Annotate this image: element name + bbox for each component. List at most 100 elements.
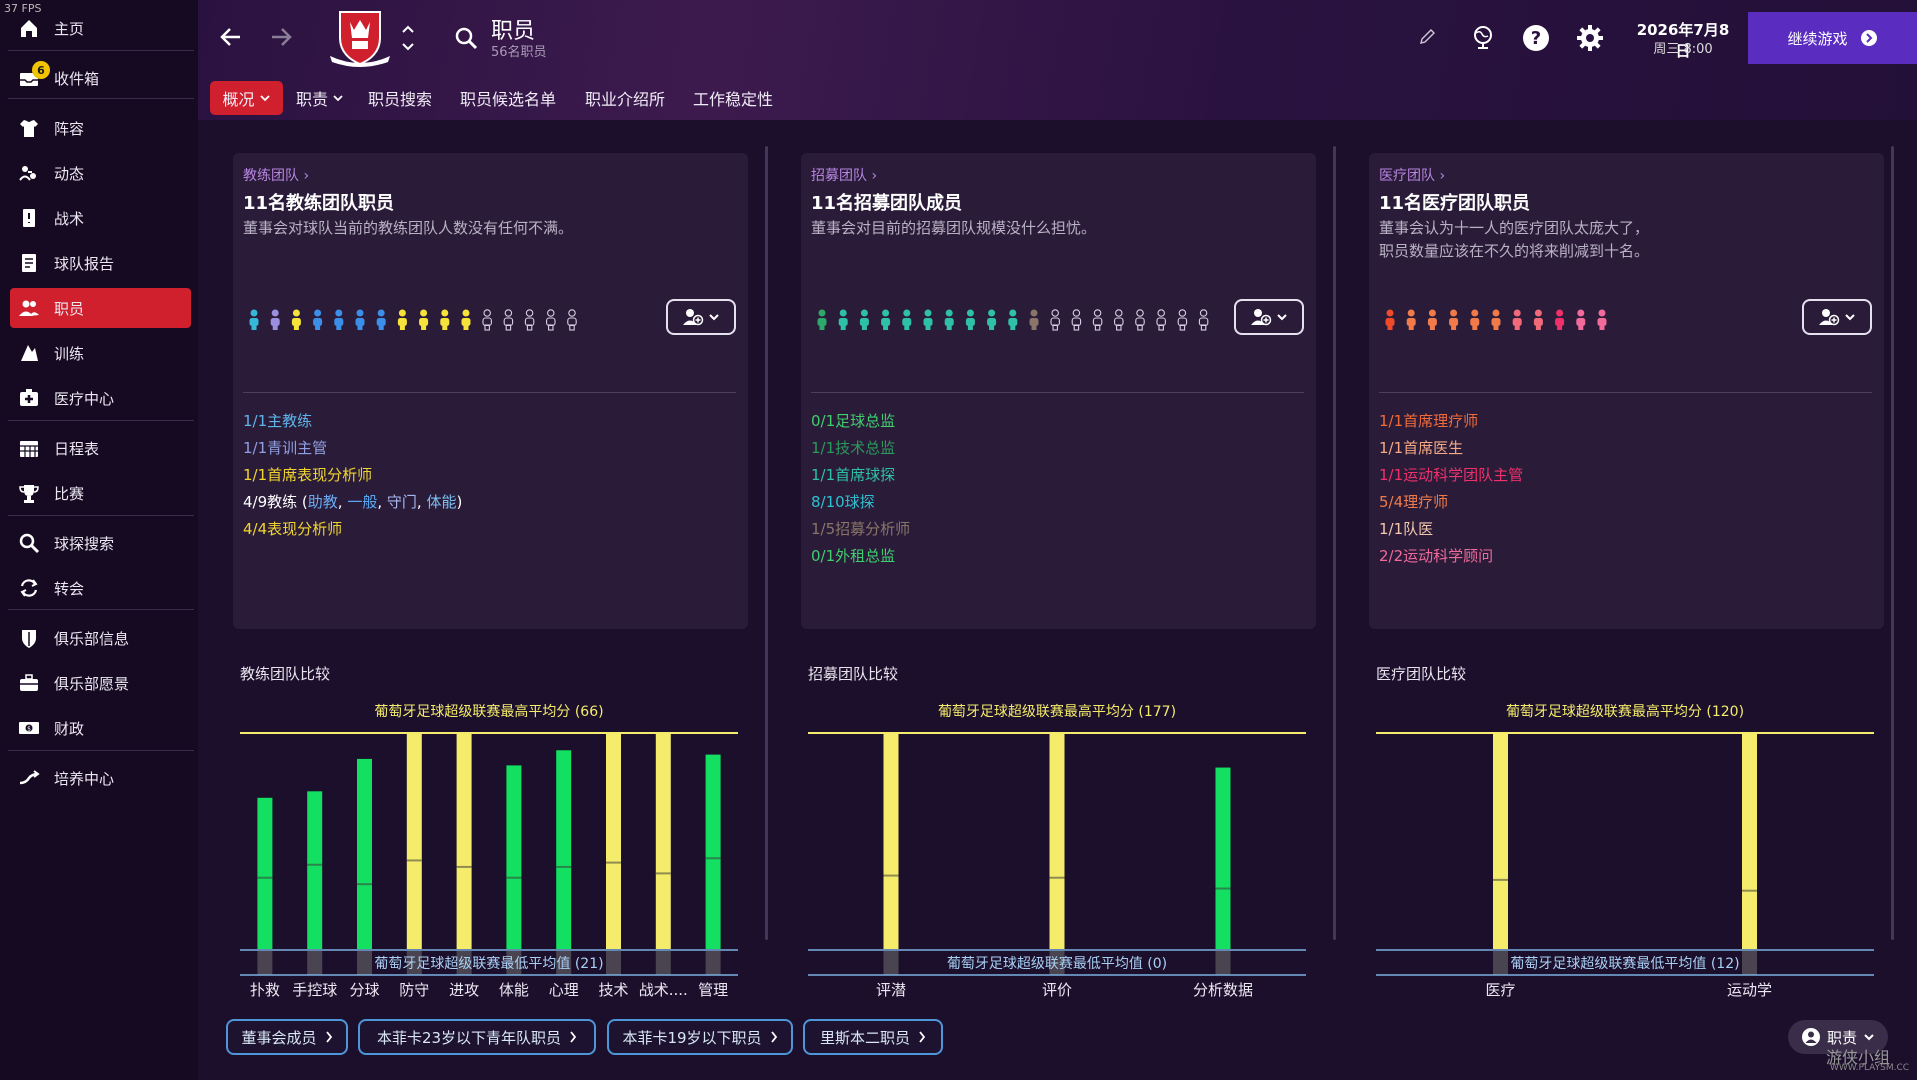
staff-member-icon[interactable] xyxy=(1512,309,1522,330)
bar-评价[interactable] xyxy=(1049,733,1065,949)
scrollbar[interactable] xyxy=(1333,146,1336,940)
help-icon[interactable]: ? xyxy=(1522,24,1550,52)
staff-role-row[interactable]: 1/1首席表现分析师 xyxy=(243,462,462,489)
bar-扑救[interactable] xyxy=(257,797,273,949)
staff-role-row[interactable]: 1/1运动科学团队主管 xyxy=(1379,462,1523,489)
bar-评潜[interactable] xyxy=(883,733,899,949)
staff-member-icon[interactable] xyxy=(1576,309,1586,330)
staff-member-icon[interactable] xyxy=(944,309,954,330)
sidebar-item-calendar[interactable]: 日程表 xyxy=(10,428,191,468)
staff-role-row[interactable]: 1/1首席理疗师 xyxy=(1379,408,1523,435)
tab-job-security[interactable]: 工作稳定性 xyxy=(693,81,773,115)
bar-技术[interactable] xyxy=(606,733,621,949)
recruitment-team-link[interactable]: 招募团队 › xyxy=(811,165,877,185)
staff-member-icon[interactable] xyxy=(249,309,259,330)
sidebar-item-training[interactable]: 训练 xyxy=(10,333,191,373)
staff-member-icon[interactable] xyxy=(923,309,933,330)
settings-gear-icon[interactable] xyxy=(1576,24,1604,52)
sidebar-item-club-shield[interactable]: 俱乐部信息 xyxy=(10,618,191,658)
sidebar-item-vision[interactable]: 俱乐部愿景 xyxy=(10,663,191,703)
staff-member-icon[interactable] xyxy=(334,309,344,330)
staff-role-row[interactable]: 0/1足球总监 xyxy=(811,408,910,435)
staff-role-row[interactable]: 2/2运动科学顾问 xyxy=(1379,543,1523,570)
staff-member-icon[interactable] xyxy=(902,309,912,330)
sidebar-item-finance[interactable]: $ 财政 xyxy=(10,708,191,748)
bar-医疗[interactable] xyxy=(1493,733,1508,949)
coaching-team-link[interactable]: 教练团队 › xyxy=(243,165,309,185)
staff-member-icon[interactable] xyxy=(987,309,997,330)
bar-手控球[interactable] xyxy=(307,791,323,949)
search-icon[interactable] xyxy=(454,26,478,50)
medical-add-staff-dropdown[interactable] xyxy=(1802,299,1872,335)
staff-member-icon[interactable] xyxy=(376,309,386,330)
staff-member-icon[interactable] xyxy=(1427,309,1437,330)
board-members-link[interactable]: 董事会成员 xyxy=(226,1019,348,1055)
staff-member-icon[interactable] xyxy=(1470,309,1480,330)
tab-staff-search[interactable]: 职员搜索 xyxy=(368,81,432,115)
staff-member-icon[interactable] xyxy=(1597,309,1607,330)
bar-管理[interactable] xyxy=(705,754,721,949)
bar-分析数据[interactable] xyxy=(1215,767,1231,949)
bar-进攻[interactable] xyxy=(456,733,472,949)
staff-member-icon[interactable] xyxy=(419,309,429,330)
sidebar-item-tactics[interactable]: 战术 xyxy=(10,198,191,238)
staff-role-row[interactable]: 1/1主教练 xyxy=(243,408,462,435)
staff-role-row[interactable]: 8/10球探 xyxy=(811,489,910,516)
back-arrow-icon[interactable] xyxy=(218,24,244,50)
u19-staff-link[interactable]: 本菲卡19岁以下职员 xyxy=(607,1019,793,1055)
staff-member-icon[interactable] xyxy=(313,309,323,330)
sidebar-item-shirt[interactable]: 阵容 xyxy=(10,108,191,148)
staff-role-row[interactable]: 1/1技术总监 xyxy=(811,435,910,462)
club-crest-icon[interactable] xyxy=(328,8,392,68)
tab-staff-shortlist[interactable]: 职员候选名单 xyxy=(460,81,556,115)
staff-member-icon[interactable] xyxy=(1406,309,1416,330)
club-switch-chevron-icon[interactable] xyxy=(400,22,416,54)
sidebar-item-development[interactable]: 培养中心 xyxy=(10,758,191,798)
staff-member-icon[interactable] xyxy=(1449,309,1459,330)
staff-member-icon[interactable] xyxy=(1385,309,1395,330)
staff-member-icon[interactable] xyxy=(965,309,975,330)
bar-心理[interactable] xyxy=(556,750,572,949)
pencil-icon[interactable] xyxy=(1418,28,1436,46)
staff-member-icon[interactable] xyxy=(838,309,848,330)
staff-role-row[interactable]: 1/1队医 xyxy=(1379,516,1523,543)
sidebar-item-medical[interactable]: 医疗中心 xyxy=(10,378,191,418)
staff-role-row[interactable]: 1/5招募分析师 xyxy=(811,516,910,543)
staff-role-row[interactable]: 4/9教练 (助教, 一般, 守门, 体能) xyxy=(243,489,462,516)
sidebar-item-staff[interactable]: 职员 xyxy=(10,288,191,328)
u23-staff-link[interactable]: 本菲卡23岁以下青年队职员 xyxy=(358,1019,596,1055)
scrollbar[interactable] xyxy=(765,146,768,940)
sidebar-item-report[interactable]: 球队报告 xyxy=(10,243,191,283)
medical-team-link[interactable]: 医疗团队 › xyxy=(1379,165,1445,185)
staff-member-icon[interactable] xyxy=(859,309,869,330)
sidebar-item-dynamics[interactable]: 动态 xyxy=(10,153,191,193)
coaching-add-staff-dropdown[interactable] xyxy=(666,299,736,335)
sidebar-item-inbox[interactable]: 收件箱 6 xyxy=(10,58,191,98)
staff-member-icon[interactable] xyxy=(1555,309,1565,330)
staff-role-row[interactable]: 0/1外租总监 xyxy=(811,543,910,570)
staff-member-icon[interactable] xyxy=(1533,309,1543,330)
staff-role-row[interactable]: 1/1青训主管 xyxy=(243,435,462,462)
continue-game-button[interactable]: 继续游戏 xyxy=(1748,12,1917,64)
sidebar-item-trophy[interactable]: 比赛 xyxy=(10,473,191,513)
staff-member-icon[interactable] xyxy=(1029,309,1039,330)
sidebar-item-transfer[interactable]: 转会 xyxy=(10,568,191,608)
bar-分球[interactable] xyxy=(357,758,372,949)
staff-role-row[interactable]: 1/1首席球探 xyxy=(811,462,910,489)
staff-role-row[interactable]: 4/4表现分析师 xyxy=(243,516,462,543)
tab-responsibilities[interactable]: 职责 xyxy=(296,81,344,115)
staff-member-icon[interactable] xyxy=(1008,309,1018,330)
staff-member-icon[interactable] xyxy=(440,309,450,330)
staff-member-icon[interactable] xyxy=(1491,309,1501,330)
staff-member-icon[interactable] xyxy=(817,309,827,330)
scrollbar[interactable] xyxy=(1891,146,1894,940)
staff-member-icon[interactable] xyxy=(355,309,365,330)
sidebar-item-home[interactable]: 主页 xyxy=(10,8,191,48)
bar-防守[interactable] xyxy=(406,733,422,949)
staff-member-icon[interactable] xyxy=(881,309,891,330)
b-team-staff-link[interactable]: 里斯本二职员 xyxy=(803,1019,943,1055)
staff-member-icon[interactable] xyxy=(291,309,301,330)
tab-overview[interactable]: 概况 xyxy=(210,81,283,115)
bar-体能[interactable] xyxy=(506,765,522,949)
staff-member-icon[interactable] xyxy=(461,309,471,330)
